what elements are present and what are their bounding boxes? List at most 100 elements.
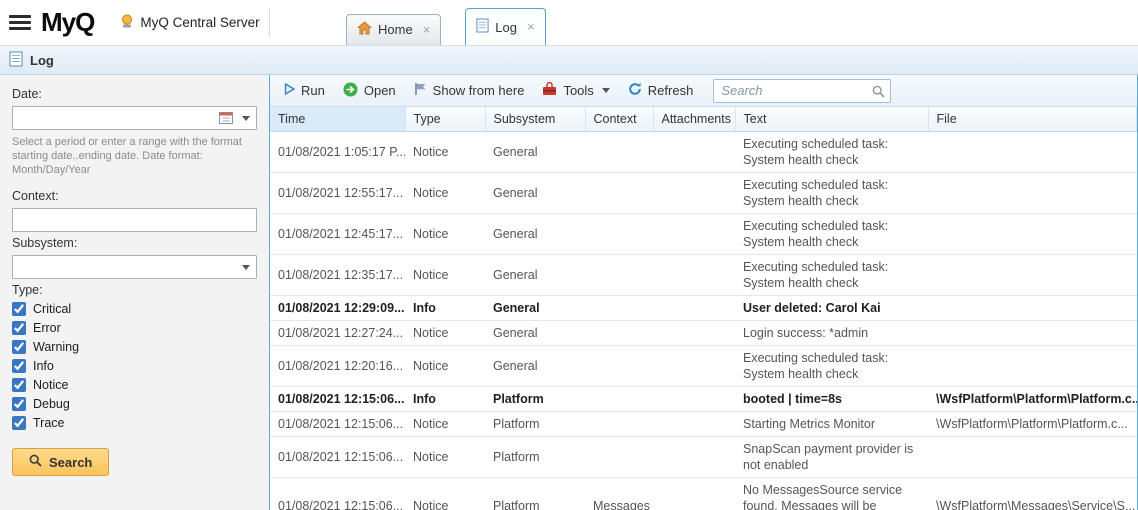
cell-subsystem: General: [485, 214, 585, 255]
log-icon: [476, 18, 489, 36]
type-checkbox[interactable]: [12, 359, 26, 373]
type-filter-option[interactable]: Trace: [12, 416, 257, 430]
type-checkbox[interactable]: [12, 416, 26, 430]
refresh-button[interactable]: Refresh: [620, 78, 702, 103]
toolbar-search-wrap: [713, 79, 891, 103]
subsystem-select[interactable]: [12, 255, 257, 279]
column-header-text[interactable]: Text: [735, 107, 928, 132]
cell-file: [928, 346, 1137, 387]
subsystem-label: Subsystem:: [12, 236, 257, 250]
cell-type: Notice: [405, 255, 485, 296]
tab-log[interactable]: Log ×: [465, 8, 545, 45]
type-filter-option[interactable]: Error: [12, 321, 257, 335]
server-title: MyQ Central Server: [120, 13, 259, 32]
cell-context: [585, 255, 653, 296]
cell-subsystem: General: [485, 173, 585, 214]
type-checkbox[interactable]: [12, 378, 26, 392]
search-button-icon: [29, 454, 42, 470]
cell-subsystem: Platform: [485, 387, 585, 412]
column-header-subsystem[interactable]: Subsystem: [485, 107, 585, 132]
table-row[interactable]: 01/08/2021 12:29:09... Info General User…: [270, 296, 1137, 321]
cell-context: [585, 296, 653, 321]
cell-text: Executing scheduled task: System health …: [735, 255, 928, 296]
open-label: Open: [364, 83, 396, 98]
cell-subsystem: General: [485, 321, 585, 346]
type-checkbox[interactable]: [12, 321, 26, 335]
cell-time: 01/08/2021 12:35:17...: [270, 255, 405, 296]
cell-text: Executing scheduled task: System health …: [735, 214, 928, 255]
run-button[interactable]: Run: [276, 79, 333, 102]
cell-file: [928, 255, 1137, 296]
show-from-here-button[interactable]: Show from here: [406, 78, 533, 103]
cell-context: [585, 321, 653, 346]
subsystem-dropdown-icon[interactable]: [242, 265, 250, 270]
cell-time: 01/08/2021 12:27:24...: [270, 321, 405, 346]
cell-type: Notice: [405, 412, 485, 437]
log-table-wrap: Time Type Subsystem Context Attachments …: [270, 107, 1137, 510]
tab-home-close-icon[interactable]: ×: [423, 25, 431, 35]
open-button[interactable]: Open: [335, 78, 404, 104]
cell-file: [928, 437, 1137, 478]
show-from-here-label: Show from here: [433, 83, 525, 98]
server-title-label: MyQ Central Server: [140, 15, 259, 30]
table-row[interactable]: 01/08/2021 12:45:17... Notice General Ex…: [270, 214, 1137, 255]
type-checkbox-label: Info: [33, 359, 54, 373]
show-from-here-icon: [414, 82, 427, 99]
table-row[interactable]: 01/08/2021 12:27:24... Notice General Lo…: [270, 321, 1137, 346]
content: Date: Select a period or enter a range w…: [0, 75, 1138, 510]
column-header-file[interactable]: File: [928, 107, 1137, 132]
cell-attachments: [653, 387, 735, 412]
column-header-type[interactable]: Type: [405, 107, 485, 132]
tools-label: Tools: [563, 83, 593, 98]
tools-dropdown-icon: [602, 88, 610, 93]
cell-time: 01/08/2021 12:55:17...: [270, 173, 405, 214]
menu-icon[interactable]: [9, 12, 31, 33]
cell-time: 01/08/2021 12:45:17...: [270, 214, 405, 255]
cell-attachments: [653, 296, 735, 321]
cell-attachments: [653, 346, 735, 387]
cell-subsystem: Platform: [485, 412, 585, 437]
table-row[interactable]: 01/08/2021 12:20:16... Notice General Ex…: [270, 346, 1137, 387]
table-row[interactable]: 01/08/2021 12:15:06... Notice Platform S…: [270, 437, 1137, 478]
cell-subsystem: Platform: [485, 437, 585, 478]
tools-button[interactable]: Tools: [534, 78, 617, 103]
cell-subsystem: Platform: [485, 478, 585, 510]
table-row[interactable]: 01/08/2021 12:55:17... Notice General Ex…: [270, 173, 1137, 214]
cell-subsystem: General: [485, 296, 585, 321]
type-filter-option[interactable]: Notice: [12, 378, 257, 392]
cell-attachments: [653, 173, 735, 214]
cell-type: Notice: [405, 346, 485, 387]
column-header-attachments[interactable]: Attachments: [653, 107, 735, 132]
table-row[interactable]: 01/08/2021 12:15:06... Info Platform boo…: [270, 387, 1137, 412]
column-header-context[interactable]: Context: [585, 107, 653, 132]
table-row[interactable]: 01/08/2021 12:35:17... Notice General Ex…: [270, 255, 1137, 296]
context-input[interactable]: [12, 208, 257, 232]
cell-time: 01/08/2021 12:20:16...: [270, 346, 405, 387]
type-filter-option[interactable]: Critical: [12, 302, 257, 316]
date-label: Date:: [12, 87, 257, 101]
type-checkbox[interactable]: [12, 397, 26, 411]
date-dropdown-icon[interactable]: [242, 116, 250, 121]
cell-subsystem: General: [485, 255, 585, 296]
table-row[interactable]: 01/08/2021 1:05:17 P... Notice General E…: [270, 132, 1137, 173]
type-filter-option[interactable]: Debug: [12, 397, 257, 411]
tools-icon: [542, 82, 557, 99]
type-checkbox[interactable]: [12, 340, 26, 354]
cell-type: Info: [405, 387, 485, 412]
table-row[interactable]: 01/08/2021 12:15:06... Notice Platform M…: [270, 478, 1137, 510]
calendar-icon[interactable]: [219, 111, 233, 127]
cell-type: Notice: [405, 132, 485, 173]
type-filter-option[interactable]: Info: [12, 359, 257, 373]
column-header-time[interactable]: Time: [270, 107, 405, 132]
tab-home[interactable]: Home ×: [346, 14, 441, 45]
cell-attachments: [653, 132, 735, 173]
type-filter-option[interactable]: Warning: [12, 340, 257, 354]
search-button[interactable]: Search: [12, 448, 109, 476]
table-row[interactable]: 01/08/2021 12:15:06... Notice Platform S…: [270, 412, 1137, 437]
log-search-input[interactable]: [713, 79, 891, 103]
tab-log-close-icon[interactable]: ×: [527, 22, 535, 32]
context-label: Context:: [12, 189, 257, 203]
refresh-icon: [628, 82, 642, 99]
type-checkbox[interactable]: [12, 302, 26, 316]
type-label: Type:: [12, 283, 257, 297]
